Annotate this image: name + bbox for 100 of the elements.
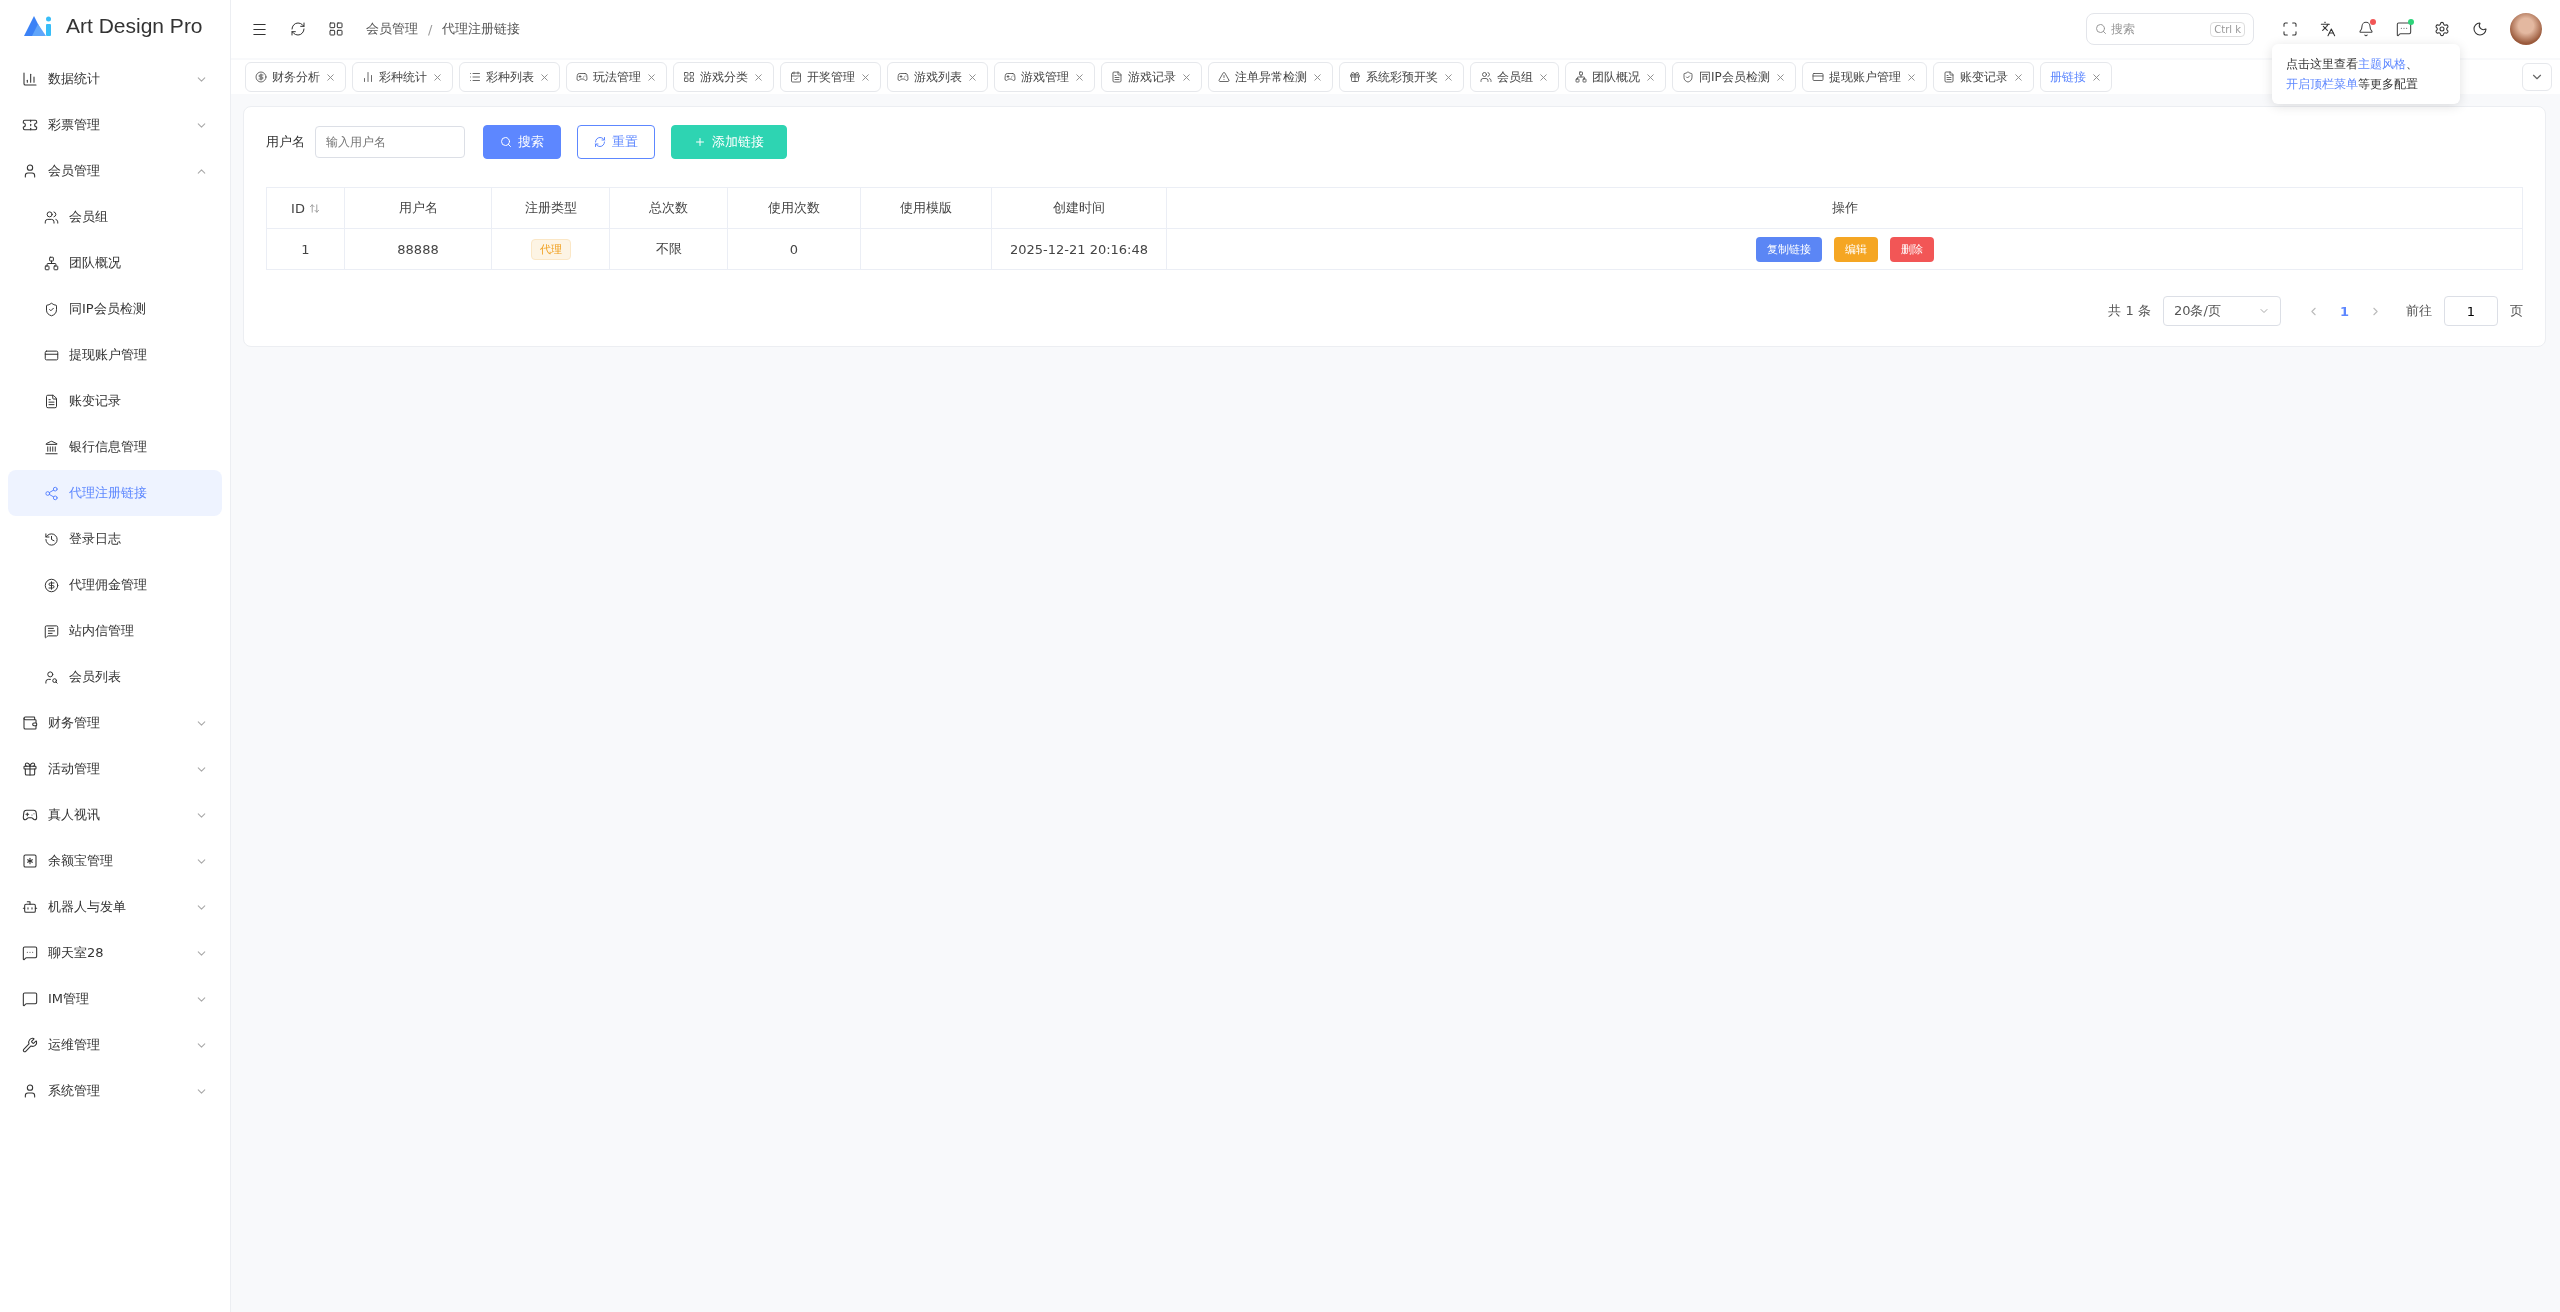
page-tab[interactable]: 彩种统计 xyxy=(352,62,453,92)
sidebar-item-label: 运维管理 xyxy=(48,1036,101,1054)
page-tab[interactable]: 游戏分类 xyxy=(673,62,774,92)
page-tab[interactable]: 提现账户管理 xyxy=(1801,62,1927,92)
page-tab[interactable]: 账变记录 xyxy=(1932,62,2034,92)
close-icon[interactable] xyxy=(1443,71,1454,83)
translate-icon[interactable] xyxy=(2320,21,2336,37)
page-size-select[interactable]: 20条/页 xyxy=(2162,296,2281,326)
document-icon xyxy=(1942,71,1955,83)
sidebar-subitem[interactable]: 登录日志 xyxy=(8,516,222,562)
sidebar-subitem[interactable]: 提现账户管理 xyxy=(8,332,222,378)
close-icon[interactable] xyxy=(432,71,443,83)
user-search-icon xyxy=(44,669,59,685)
close-icon[interactable] xyxy=(325,71,336,83)
sidebar-subitem[interactable]: 站内信管理 xyxy=(8,608,222,654)
sidebar-subitem[interactable]: 银行信息管理 xyxy=(8,424,222,470)
chat-icon[interactable] xyxy=(2396,21,2412,37)
sidebar-item[interactable]: 系统管理 xyxy=(8,1068,222,1114)
fullscreen-icon[interactable] xyxy=(2282,21,2298,37)
goto-page-input[interactable]: 1 xyxy=(2444,296,2498,326)
shield-icon xyxy=(44,301,59,317)
page-tab[interactable]: 游戏列表 xyxy=(887,62,988,92)
page-tab[interactable]: 财务分析 xyxy=(245,62,346,92)
page-tab[interactable]: 册链接 xyxy=(2039,62,2112,92)
moon-icon[interactable] xyxy=(2472,21,2488,37)
sidebar-item-label: 聊天室28 xyxy=(48,944,105,962)
close-icon[interactable] xyxy=(1645,71,1656,83)
close-icon[interactable] xyxy=(539,71,550,83)
warning-icon xyxy=(1218,71,1230,83)
users-icon xyxy=(44,209,59,225)
sidebar-item[interactable]: 机器人与发单 xyxy=(8,884,222,930)
sidebar-item[interactable]: 活动管理 xyxy=(8,746,222,792)
close-icon[interactable] xyxy=(2012,71,2024,83)
grid-icon[interactable] xyxy=(328,21,344,37)
close-icon[interactable] xyxy=(860,71,871,83)
page-tab[interactable]: 团队概况 xyxy=(1565,62,1666,92)
refresh-icon xyxy=(594,136,606,148)
breadcrumb-item[interactable]: 代理注册链接 xyxy=(442,20,521,38)
settings-icon[interactable] xyxy=(2434,21,2450,37)
sidebar-item-label: 财务管理 xyxy=(48,714,101,732)
sidebar-item-label: 会员管理 xyxy=(48,162,101,180)
tools-icon xyxy=(22,1037,38,1053)
page-tab[interactable]: 会员组 xyxy=(1470,62,1559,92)
page-tab[interactable]: 注单异常检测 xyxy=(1208,62,1333,92)
page-tab[interactable]: 系统彩预开奖 xyxy=(1339,62,1464,92)
username-input[interactable]: 输入用户名 xyxy=(315,126,465,158)
chat-icon xyxy=(22,991,38,1007)
close-icon[interactable] xyxy=(2090,71,2102,83)
calendar-icon xyxy=(790,71,802,83)
search-placeholder: 搜索 xyxy=(2111,20,2135,38)
gamepad-icon xyxy=(1004,71,1016,83)
theme-link[interactable]: 主题风格 xyxy=(2358,57,2406,71)
sidebar-subitem[interactable]: 团队概况 xyxy=(8,240,222,286)
sidebar-item[interactable]: 财务管理 xyxy=(8,700,222,746)
sidebar-item-label: 真人视讯 xyxy=(48,806,101,824)
breadcrumb-item[interactable]: 会员管理 xyxy=(366,20,418,38)
sidebar-subitem[interactable]: 会员组 xyxy=(8,194,222,240)
search-icon xyxy=(500,136,512,148)
page-tab[interactable]: 游戏记录 xyxy=(1101,62,1202,92)
close-icon[interactable] xyxy=(753,71,764,83)
page-tab[interactable]: 同IP会员检测 xyxy=(1672,62,1796,92)
page-tab[interactable]: 开奖管理 xyxy=(780,62,881,92)
column-header: 操作 xyxy=(1831,200,1858,215)
page-tab[interactable]: 玩法管理 xyxy=(566,62,667,92)
top-menu-link[interactable]: 开启顶栏菜单 xyxy=(2286,77,2358,91)
table-cell: 1 xyxy=(301,241,310,257)
sidebar-item[interactable]: 余额宝管理 xyxy=(8,838,222,884)
bell-icon[interactable] xyxy=(2358,21,2374,37)
sidebar-item[interactable]: 真人视讯 xyxy=(8,792,222,838)
sidebar-subitem[interactable]: 代理佣金管理 xyxy=(8,562,222,608)
breadcrumb-separator: / xyxy=(428,21,433,37)
sidebar-subitem[interactable]: 账变记录 xyxy=(8,378,222,424)
sidebar-item[interactable]: 聊天室28 xyxy=(8,930,222,976)
sidebar-item[interactable]: 彩票管理 xyxy=(8,102,222,148)
document-icon xyxy=(44,393,59,409)
refresh-icon[interactable] xyxy=(290,21,306,37)
close-icon[interactable] xyxy=(967,71,978,83)
close-icon[interactable] xyxy=(1312,71,1323,83)
coin-icon xyxy=(255,71,267,83)
page-tab[interactable]: 彩种列表 xyxy=(459,62,560,92)
close-icon[interactable] xyxy=(1774,71,1786,83)
sort-icon[interactable] xyxy=(308,202,320,214)
sidebar-item[interactable]: 会员管理 xyxy=(8,148,222,194)
sidebar-item[interactable]: 运维管理 xyxy=(8,1022,222,1068)
close-icon[interactable] xyxy=(646,71,657,83)
app-logo-text: Art Design Pro xyxy=(66,14,203,38)
close-icon[interactable] xyxy=(1181,71,1192,83)
chart-icon xyxy=(22,71,38,87)
sidebar-subitem[interactable]: 同IP会员检测 xyxy=(8,286,222,332)
column-header[interactable]: ID xyxy=(291,200,305,216)
close-icon[interactable] xyxy=(1074,71,1085,83)
sidebar-subitem[interactable]: 会员列表 xyxy=(8,654,222,700)
gift-icon xyxy=(22,761,38,777)
type-tag: 代理 xyxy=(530,238,571,260)
close-icon[interactable] xyxy=(1905,71,1917,83)
sidebar-item[interactable]: IM管理 xyxy=(8,976,222,1022)
page-tab[interactable]: 游戏管理 xyxy=(994,62,1095,92)
sidebar-item[interactable]: 数据统计 xyxy=(8,56,222,102)
avatar[interactable] xyxy=(2510,13,2542,45)
close-icon[interactable] xyxy=(1538,71,1549,83)
